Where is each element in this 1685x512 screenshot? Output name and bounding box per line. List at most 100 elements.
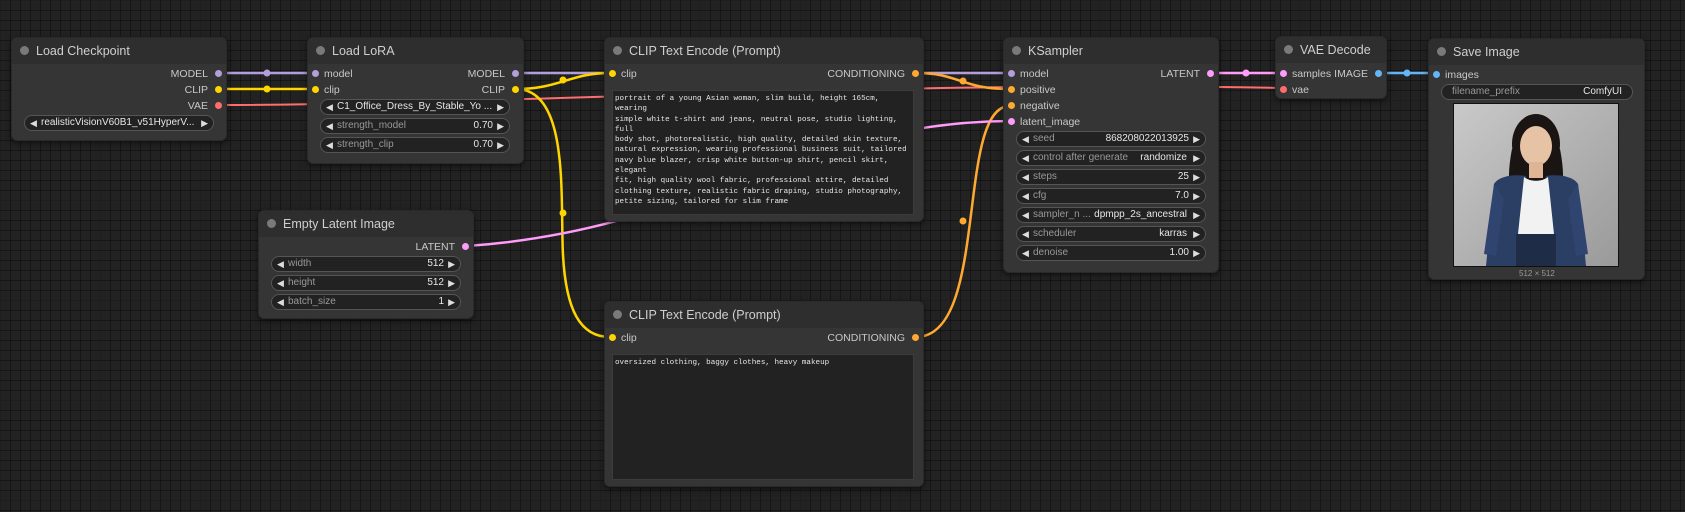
collapse-dot[interactable] <box>316 46 325 55</box>
arrow-left-icon[interactable]: ◀ <box>1022 227 1029 241</box>
output-conditioning-dot[interactable] <box>912 70 919 77</box>
input-clip-dot[interactable] <box>609 334 616 341</box>
strength-model-label: strength_model <box>337 120 406 131</box>
arrow-left-icon[interactable]: ◀ <box>326 100 333 114</box>
input-clip-dot[interactable] <box>312 86 319 93</box>
output-clip-dot[interactable] <box>512 86 519 93</box>
strength-clip-value: 0.70 <box>473 139 493 150</box>
node-title[interactable]: CLIP Text Encode (Prompt) <box>605 38 923 64</box>
input-latent-image-dot[interactable] <box>1008 118 1015 125</box>
arrow-left-icon[interactable]: ◀ <box>1022 151 1029 165</box>
collapse-dot[interactable] <box>1437 47 1446 56</box>
arrow-right-icon[interactable]: ▶ <box>497 138 504 152</box>
arrow-right-icon[interactable]: ▶ <box>1193 208 1200 222</box>
denoise-widget[interactable]: ◀ denoise 1.00 ▶ <box>1016 245 1206 261</box>
arrow-right-icon[interactable]: ▶ <box>1193 170 1200 184</box>
input-images-dot[interactable] <box>1433 71 1440 78</box>
arrow-right-icon[interactable]: ▶ <box>448 295 455 309</box>
strength-clip-widget[interactable]: ◀ strength_clip 0.70 ▶ <box>320 137 510 153</box>
node-title[interactable]: Load Checkpoint <box>12 38 226 64</box>
output-vae-label: VAE <box>187 100 208 112</box>
arrow-right-icon[interactable]: ▶ <box>497 119 504 133</box>
width-widget[interactable]: ◀ width 512 ▶ <box>271 256 461 272</box>
scheduler-label: scheduler <box>1033 228 1077 239</box>
control-after-generate-combo[interactable]: ◀ control after generate randomize ▶ <box>1016 150 1206 166</box>
arrow-left-icon[interactable]: ◀ <box>1022 189 1029 203</box>
prompt-textarea[interactable]: oversized clothing, baggy clothes, heavy… <box>612 354 914 480</box>
node-title[interactable]: Save Image <box>1429 39 1644 65</box>
arrow-right-icon[interactable]: ▶ <box>201 116 208 130</box>
output-latent-dot[interactable] <box>1207 70 1214 77</box>
clip-text-encode-positive-node[interactable]: CLIP Text Encode (Prompt) clip CONDITION… <box>604 37 924 222</box>
filename-prefix-widget[interactable]: filename_prefix ComfyUI <box>1441 84 1633 100</box>
arrow-left-icon[interactable]: ◀ <box>1022 132 1029 146</box>
arrow-right-icon[interactable]: ▶ <box>448 257 455 271</box>
batch-size-widget[interactable]: ◀ batch_size 1 ▶ <box>271 294 461 310</box>
output-clip-dot[interactable] <box>215 86 222 93</box>
input-model-dot[interactable] <box>312 70 319 77</box>
ksampler-node[interactable]: KSampler model positive negative latent_… <box>1003 37 1219 273</box>
denoise-label: denoise <box>1033 247 1069 258</box>
output-image-dot[interactable] <box>1375 70 1382 77</box>
arrow-right-icon[interactable]: ▶ <box>1193 227 1200 241</box>
collapse-dot[interactable] <box>267 219 276 228</box>
input-clip-dot[interactable] <box>609 70 616 77</box>
seed-widget[interactable]: ◀ seed 868208022013925 ▶ <box>1016 131 1206 147</box>
output-model-dot[interactable] <box>215 70 222 77</box>
node-title[interactable]: CLIP Text Encode (Prompt) <box>605 302 923 328</box>
collapse-dot[interactable] <box>613 46 622 55</box>
steps-widget[interactable]: ◀ steps 25 ▶ <box>1016 169 1206 185</box>
strength-model-widget[interactable]: ◀ strength_model 0.70 ▶ <box>320 118 510 134</box>
empty-latent-node[interactable]: Empty Latent Image LATENT ◀ width 512 ▶ … <box>258 210 474 319</box>
ckpt-name-combo[interactable]: ◀ realisticVisionV60B1_v51HyperV... ▶ <box>24 115 214 131</box>
arrow-left-icon[interactable]: ◀ <box>1022 170 1029 184</box>
load-checkpoint-node[interactable]: Load Checkpoint MODEL CLIP VAE ◀ realist… <box>11 37 227 141</box>
input-latent-image-label: latent_image <box>1020 116 1081 128</box>
arrow-left-icon[interactable]: ◀ <box>1022 246 1029 260</box>
output-model-dot[interactable] <box>512 70 519 77</box>
collapse-dot[interactable] <box>20 46 29 55</box>
vae-decode-node[interactable]: VAE Decode samples vae IMAGE <box>1275 36 1387 99</box>
input-model-dot[interactable] <box>1008 70 1015 77</box>
arrow-right-icon[interactable]: ▶ <box>497 100 504 114</box>
clip-text-encode-negative-node[interactable]: CLIP Text Encode (Prompt) clip CONDITION… <box>604 301 924 487</box>
arrow-left-icon[interactable]: ◀ <box>277 295 284 309</box>
collapse-dot[interactable] <box>1012 46 1021 55</box>
arrow-left-icon[interactable]: ◀ <box>277 276 284 290</box>
arrow-left-icon[interactable]: ◀ <box>277 257 284 271</box>
prompt-textarea[interactable]: portrait of a young Asian woman, slim bu… <box>612 90 914 215</box>
collapse-dot[interactable] <box>1284 45 1293 54</box>
sampler-value: dpmpp_2s_ancestral <box>1094 209 1187 220</box>
load-lora-node[interactable]: Load LoRA model clip MODEL CLIP ◀ C1_Off… <box>307 37 524 164</box>
node-title[interactable]: Load LoRA <box>308 38 523 64</box>
input-vae-dot[interactable] <box>1280 86 1287 93</box>
arrow-right-icon[interactable]: ▶ <box>1193 151 1200 165</box>
input-positive-dot[interactable] <box>1008 86 1015 93</box>
steps-value: 25 <box>1177 171 1189 182</box>
input-negative-dot[interactable] <box>1008 102 1015 109</box>
output-latent-dot[interactable] <box>462 243 469 250</box>
output-image-preview[interactable] <box>1453 103 1619 267</box>
arrow-right-icon[interactable]: ▶ <box>448 276 455 290</box>
output-conditioning-dot[interactable] <box>912 334 919 341</box>
link-cond-neg <box>915 104 1011 339</box>
scheduler-combo[interactable]: ◀ scheduler karras ▶ <box>1016 226 1206 242</box>
arrow-right-icon[interactable]: ▶ <box>1193 132 1200 146</box>
output-vae-dot[interactable] <box>215 102 222 109</box>
input-clip-label: clip <box>324 84 340 96</box>
height-widget[interactable]: ◀ height 512 ▶ <box>271 275 461 291</box>
node-title[interactable]: Empty Latent Image <box>259 211 473 237</box>
arrow-left-icon[interactable]: ◀ <box>326 119 333 133</box>
arrow-left-icon[interactable]: ◀ <box>30 116 37 130</box>
cfg-widget[interactable]: ◀ cfg 7.0 ▶ <box>1016 188 1206 204</box>
input-samples-dot[interactable] <box>1280 70 1287 77</box>
lora-name-combo[interactable]: ◀ C1_Office_Dress_By_Stable_Yo ... ▶ <box>320 99 510 115</box>
sampler-name-combo[interactable]: ◀ sampler_n ... dpmpp_2s_ancestral ▶ <box>1016 207 1206 223</box>
node-title[interactable]: KSampler <box>1004 38 1218 64</box>
arrow-right-icon[interactable]: ▶ <box>1193 246 1200 260</box>
collapse-dot[interactable] <box>613 310 622 319</box>
arrow-left-icon[interactable]: ◀ <box>1022 208 1029 222</box>
arrow-right-icon[interactable]: ▶ <box>1193 189 1200 203</box>
save-image-node[interactable]: Save Image images filename_prefix ComfyU… <box>1428 38 1645 280</box>
arrow-left-icon[interactable]: ◀ <box>326 138 333 152</box>
